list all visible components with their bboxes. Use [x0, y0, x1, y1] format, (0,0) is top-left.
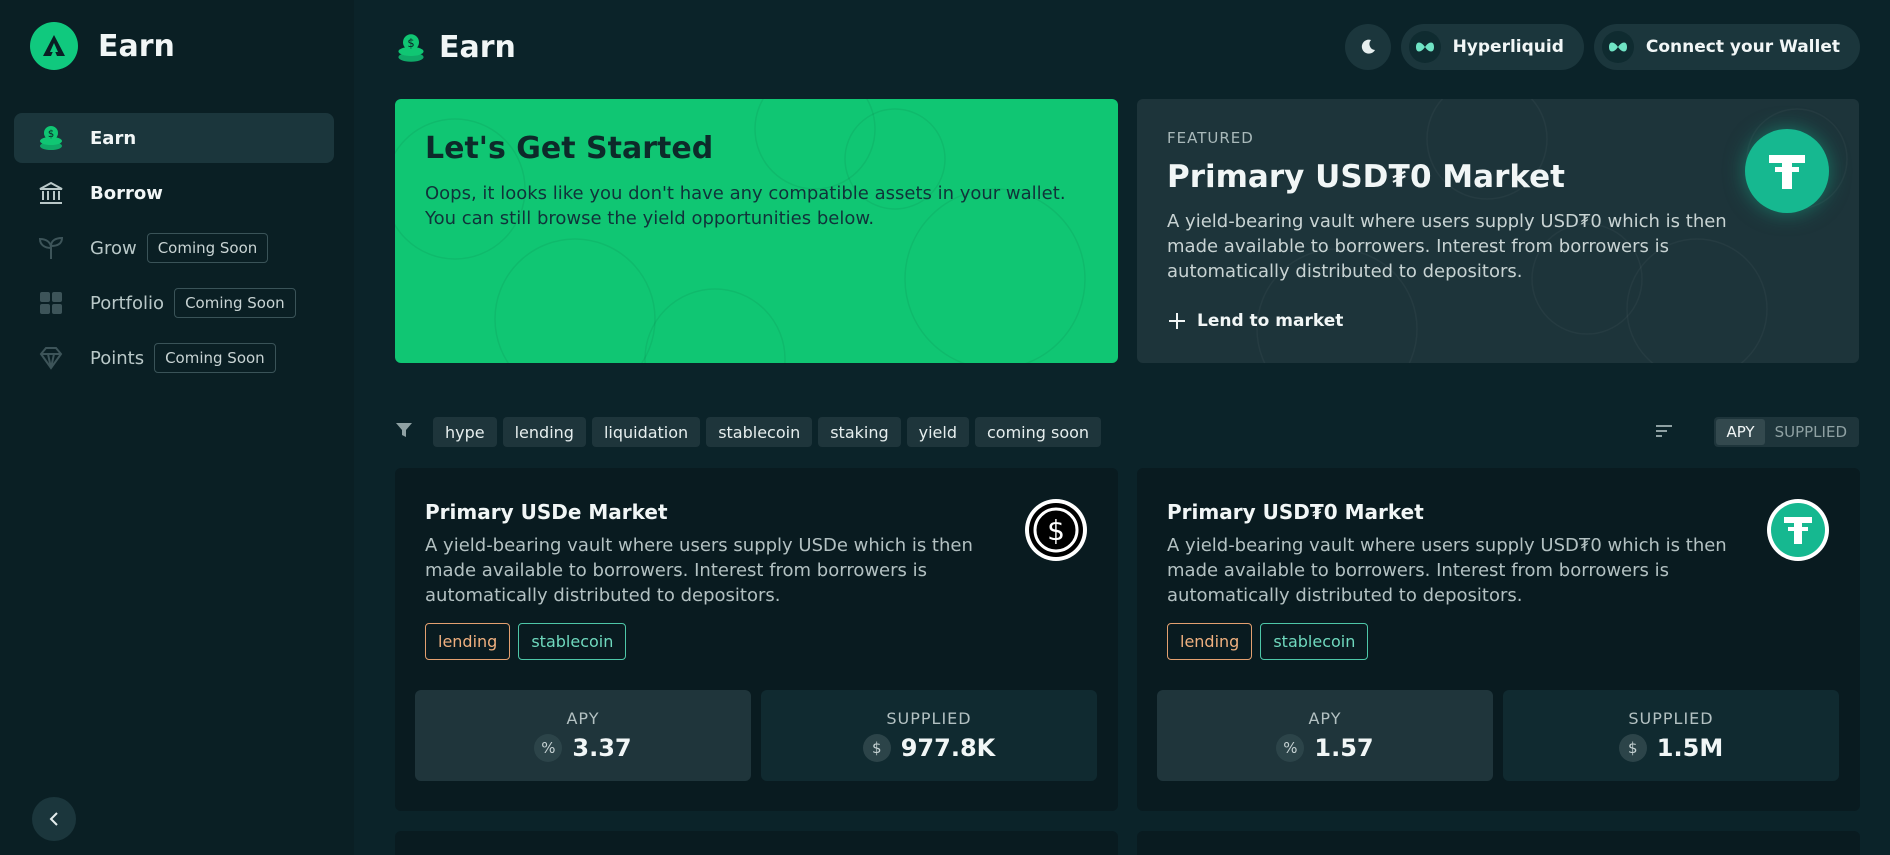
tag-filters: hype lending liquidation stablecoin stak…: [433, 417, 1102, 447]
tag-filter-liquidation[interactable]: liquidation: [591, 417, 701, 447]
network-button[interactable]: Hyperliquid: [1400, 24, 1584, 70]
theme-toggle-button[interactable]: [1344, 24, 1391, 70]
diamond-icon: [36, 343, 66, 373]
supplied-label: SUPPLIED: [1628, 709, 1714, 728]
percent-icon: %: [534, 734, 563, 762]
sidebar-item-label: Portfolio: [90, 292, 165, 314]
connect-wallet-label: Connect your Wallet: [1645, 37, 1840, 57]
tag-filter-hype[interactable]: hype: [433, 417, 497, 447]
lend-to-market-label: Lend to market: [1197, 311, 1344, 331]
hyperliquid-icon: [1601, 31, 1634, 63]
svg-text:$: $: [1047, 514, 1065, 547]
supplied-value: 1.5M: [1656, 734, 1724, 762]
tag-filter-staking[interactable]: staking: [818, 417, 901, 447]
grid-icon: [36, 288, 66, 318]
coming-soon-badge: Coming Soon: [154, 343, 276, 373]
featured-kicker: FEATURED: [1167, 129, 1254, 147]
bank-icon: [36, 178, 66, 208]
sidebar-item-label: Earn: [90, 127, 137, 149]
featured-title: Primary USD₮0 Market: [1167, 159, 1565, 195]
coming-soon-badge: Coming Soon: [146, 233, 269, 263]
header-actions: Hyperliquid Connect your Wallet: [1344, 24, 1860, 70]
svg-text:$: $: [48, 129, 54, 140]
sort-supplied-option[interactable]: SUPPLIED: [1765, 419, 1857, 445]
filter-icon[interactable]: [395, 421, 413, 439]
market-tags: lending stablecoin: [1167, 623, 1369, 660]
sort-icon[interactable]: [1655, 422, 1673, 440]
plus-icon: [1169, 313, 1185, 329]
network-label: Hyperliquid: [1452, 37, 1564, 57]
sort-apy-option[interactable]: APY: [1716, 419, 1765, 445]
apy-value: 1.57: [1314, 734, 1374, 762]
tag-filter-coming-soon[interactable]: coming soon: [975, 417, 1102, 447]
dollar-icon: $: [1618, 734, 1647, 762]
sprout-icon: [36, 233, 66, 263]
tether-icon: [1745, 129, 1829, 213]
market-tag-stablecoin: stablecoin: [518, 623, 627, 660]
featured-text: A yield-bearing vault where users supply…: [1167, 211, 1727, 282]
chevron-left-icon: [49, 812, 58, 826]
sidebar-item-borrow[interactable]: Borrow: [14, 168, 334, 218]
moon-icon: [1361, 39, 1375, 54]
coins-icon: $: [398, 33, 424, 62]
coming-soon-badge: Coming Soon: [174, 288, 296, 318]
connect-wallet-button[interactable]: Connect your Wallet: [1593, 24, 1860, 70]
main-content: $ Earn Hyperliquid Connect your Wallet L…: [354, 0, 1890, 855]
sidebar-item-label: Borrow: [90, 182, 163, 204]
dollar-icon: $: [862, 734, 891, 762]
usde-icon: $: [1025, 499, 1087, 561]
market-tag-lending: lending: [1167, 623, 1253, 660]
sidebar-item-points[interactable]: Points Coming Soon: [14, 333, 334, 383]
sidebar-item-label: Points: [90, 347, 145, 369]
sidebar: Earn $ Earn Borrow Grow Coming Soon Port…: [0, 0, 354, 855]
apy-label: APY: [566, 709, 600, 728]
featured-market-card: FEATURED Primary USD₮0 Market A yield-be…: [1137, 99, 1859, 363]
hyperliquid-icon: [1408, 31, 1441, 63]
tag-filter-stablecoin[interactable]: stablecoin: [706, 417, 813, 447]
sidebar-item-label: Grow: [90, 237, 137, 259]
percent-icon: %: [1276, 734, 1305, 762]
collapse-sidebar-button[interactable]: [32, 797, 76, 841]
brand[interactable]: Earn: [30, 22, 175, 70]
supplied-metric: SUPPLIED $ 977.8K: [761, 690, 1097, 781]
get-started-title: Let's Get Started: [425, 131, 714, 166]
market-tag-stablecoin: stablecoin: [1260, 623, 1369, 660]
sort-toggle: APY SUPPLIED: [1714, 417, 1859, 447]
market-card-peek[interactable]: [395, 831, 1118, 855]
get-started-banner: Let's Get Started Oops, it looks like yo…: [395, 99, 1118, 363]
tag-filter-lending[interactable]: lending: [502, 417, 586, 447]
apy-label: APY: [1308, 709, 1342, 728]
sidebar-item-grow[interactable]: Grow Coming Soon: [14, 223, 334, 273]
sidebar-item-earn[interactable]: $ Earn: [14, 113, 334, 163]
apy-metric: APY % 1.57: [1157, 690, 1493, 781]
tag-filter-yield[interactable]: yield: [906, 417, 969, 447]
sidebar-nav: $ Earn Borrow Grow Coming Soon Portfolio…: [14, 113, 334, 388]
market-title: Primary USDe Market: [425, 500, 668, 524]
apy-metric: APY % 3.37: [415, 690, 751, 781]
coins-icon: $: [36, 123, 66, 153]
page-title-text: Earn: [439, 30, 516, 65]
page-title: $ Earn: [395, 30, 516, 65]
supplied-metric: SUPPLIED $ 1.5M: [1503, 690, 1839, 781]
market-title: Primary USD₮0 Market: [1167, 500, 1424, 524]
filter-bar: hype lending liquidation stablecoin stak…: [395, 417, 1859, 447]
apy-value: 3.37: [572, 734, 632, 762]
brand-title: Earn: [98, 28, 175, 64]
supplied-value: 977.8K: [900, 734, 996, 762]
sidebar-item-portfolio[interactable]: Portfolio Coming Soon: [14, 278, 334, 328]
market-tags: lending stablecoin: [425, 623, 627, 660]
lend-to-market-button[interactable]: Lend to market: [1167, 311, 1343, 331]
market-description: A yield-bearing vault where users supply…: [425, 535, 973, 606]
get-started-text: Oops, it looks like you don't have any c…: [425, 183, 1066, 229]
supplied-label: SUPPLIED: [886, 709, 972, 728]
market-card-usde[interactable]: Primary USDe Market A yield-bearing vaul…: [395, 468, 1118, 811]
market-card-usdt0[interactable]: Primary USD₮0 Market A yield-bearing vau…: [1137, 468, 1860, 811]
market-description: A yield-bearing vault where users supply…: [1167, 535, 1727, 606]
market-card-peek[interactable]: [1137, 831, 1860, 855]
tether-icon: [1767, 499, 1829, 561]
market-tag-lending: lending: [425, 623, 511, 660]
svg-text:$: $: [407, 35, 414, 49]
brand-logo-icon: [30, 22, 78, 70]
